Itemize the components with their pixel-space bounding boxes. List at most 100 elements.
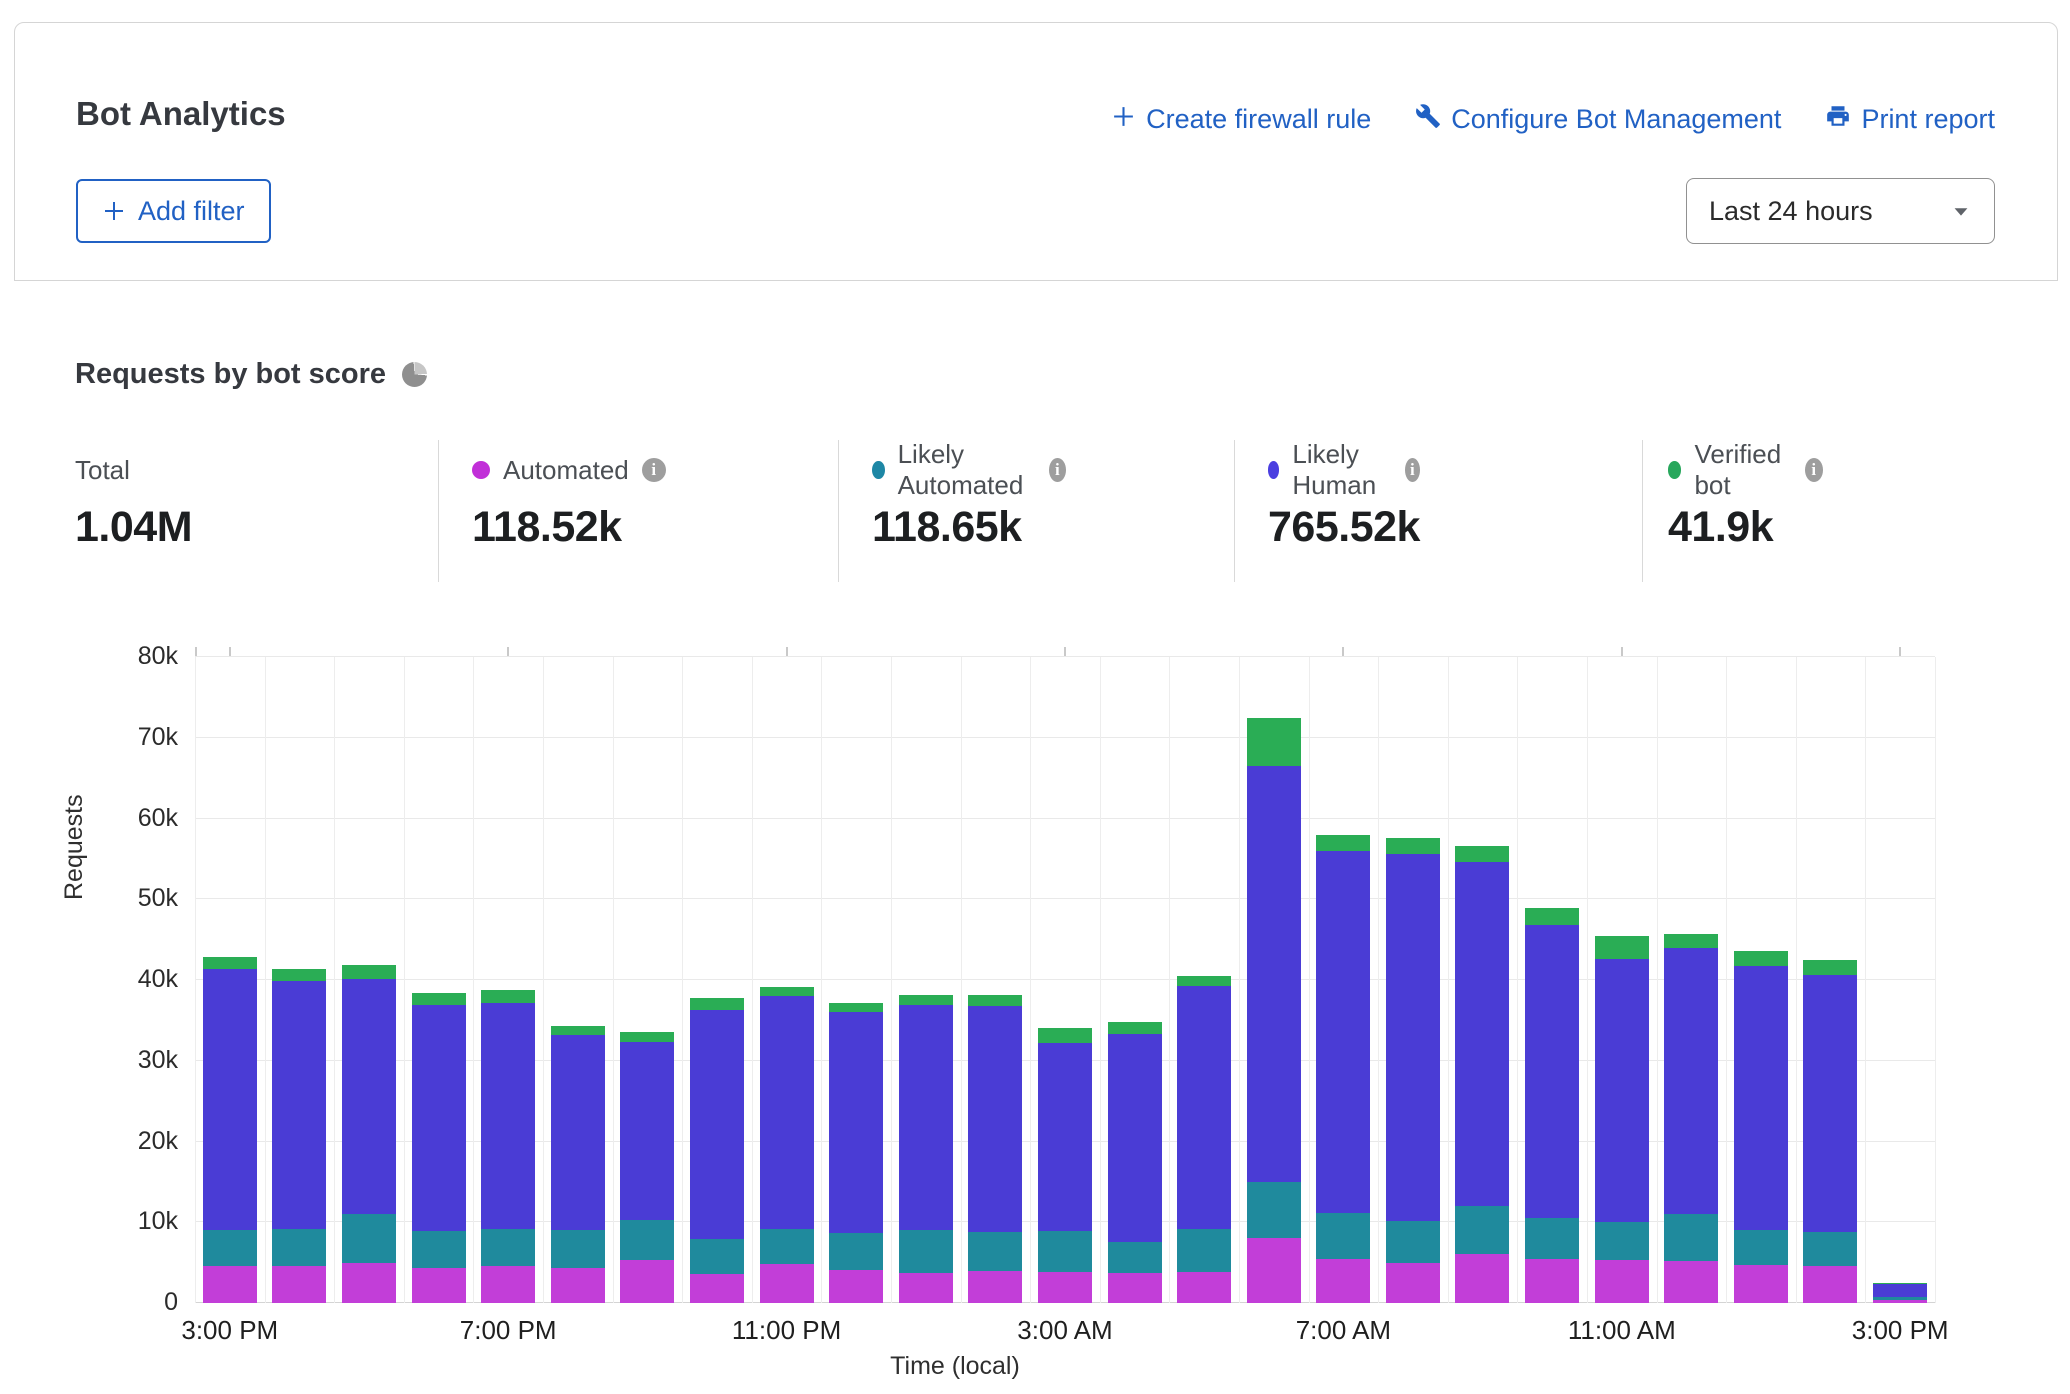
segment-likely-human [1803, 975, 1857, 1232]
segment-verified-bot [968, 995, 1022, 1006]
time-range-select[interactable]: Last 24 hours [1686, 178, 1995, 244]
bar-1-00-pm[interactable] [1726, 657, 1796, 1303]
info-icon[interactable]: i [1049, 458, 1066, 482]
segment-automated [620, 1260, 674, 1303]
stat-automated: Automatedi 118.52k [472, 455, 666, 552]
segment-likely-automated [1734, 1230, 1788, 1266]
segment-likely-automated [551, 1230, 605, 1268]
bar-5-00-am[interactable] [1169, 657, 1239, 1303]
segment-likely-automated [690, 1239, 744, 1274]
segment-likely-human [1595, 959, 1649, 1222]
x-tick-label: 3:00 PM [120, 1315, 340, 1346]
legend-dot [1268, 461, 1279, 479]
segment-likely-human [1177, 986, 1231, 1229]
stacked-bar [1316, 835, 1370, 1303]
stacked-bar [620, 1032, 674, 1303]
bar-10-00-pm[interactable] [682, 657, 752, 1303]
stat-label: Verified bot [1694, 439, 1791, 501]
bar-10-00-am[interactable] [1517, 657, 1587, 1303]
bar-12-00-pm[interactable] [1656, 657, 1726, 1303]
segment-automated [690, 1274, 744, 1303]
segment-likely-automated [620, 1220, 674, 1260]
stat-head: Likely Humani [1268, 455, 1420, 485]
segment-likely-automated [1386, 1221, 1440, 1263]
segment-verified-bot [1664, 934, 1718, 948]
x-tick-label: 3:00 AM [955, 1315, 1175, 1346]
x-gridline [1935, 657, 1936, 1303]
stat-divider [1642, 440, 1643, 582]
segment-likely-automated [1664, 1214, 1718, 1261]
segment-likely-automated [481, 1229, 535, 1266]
stat-likely-human: Likely Humani765.52k [1268, 455, 1420, 552]
stacked-bar [342, 965, 396, 1303]
header-card: Bot Analytics Create firewall ruleConfig… [14, 22, 2058, 281]
y-tick-label: 50k [38, 884, 178, 913]
bar-8-00-pm[interactable] [543, 657, 613, 1303]
segment-likely-automated [1108, 1242, 1162, 1273]
bar-7-00-am[interactable] [1309, 657, 1379, 1303]
segment-likely-human [760, 996, 814, 1229]
bar-12-00-am[interactable] [821, 657, 891, 1303]
segment-automated [1316, 1259, 1370, 1303]
segment-verified-bot [412, 993, 466, 1006]
header-action-configure-bot-management[interactable]: Configure Bot Management [1415, 103, 1781, 136]
section-title: Requests by bot score [75, 358, 386, 391]
bar-3-00-pm[interactable] [195, 657, 265, 1303]
segment-likely-automated [899, 1230, 953, 1273]
header-action-create-firewall-rule[interactable]: Create firewall rule [1111, 104, 1371, 136]
bar-11-00-am[interactable] [1587, 657, 1657, 1303]
bar-6-00-am[interactable] [1239, 657, 1309, 1303]
segment-automated [203, 1266, 257, 1303]
segment-verified-bot [1316, 835, 1370, 851]
x-tick [786, 647, 788, 656]
bar-1-00-am[interactable] [891, 657, 961, 1303]
bar-8-00-am[interactable] [1378, 657, 1448, 1303]
segment-likely-human [412, 1005, 466, 1231]
bar-11-00-pm[interactable] [752, 657, 822, 1303]
segment-automated [272, 1266, 326, 1303]
info-icon[interactable]: i [1805, 458, 1823, 482]
legend-dot [472, 461, 490, 479]
segment-automated [760, 1264, 814, 1303]
bar-9-00-am[interactable] [1448, 657, 1518, 1303]
segment-automated [1038, 1272, 1092, 1303]
bar-5-00-pm[interactable] [334, 657, 404, 1303]
bar-3-00-am[interactable] [1030, 657, 1100, 1303]
bar-2-00-am[interactable] [961, 657, 1031, 1303]
stat-head: Total [75, 455, 192, 485]
bar-9-00-pm[interactable] [613, 657, 683, 1303]
stat-head: Verified boti [1668, 455, 1823, 485]
bar-7-00-pm[interactable] [473, 657, 543, 1303]
bar-4-00-am[interactable] [1100, 657, 1170, 1303]
segment-likely-automated [1177, 1229, 1231, 1272]
segment-verified-bot [1525, 908, 1579, 925]
info-icon[interactable]: i [642, 458, 666, 482]
legend-dot [1668, 461, 1681, 479]
segment-likely-automated [1525, 1218, 1579, 1258]
stat-value: 118.52k [472, 503, 666, 552]
segment-automated [1455, 1254, 1509, 1303]
segment-automated [551, 1268, 605, 1303]
stacked-bar [1108, 1022, 1162, 1303]
y-tick-label: 30k [38, 1046, 178, 1075]
time-range-value: Last 24 hours [1709, 196, 1873, 227]
segment-verified-bot [1734, 951, 1788, 966]
segment-verified-bot [1803, 960, 1857, 975]
stat-head: Automatedi [472, 455, 666, 485]
segment-likely-human [1873, 1284, 1927, 1298]
segment-likely-human [551, 1035, 605, 1230]
bar-3-00-pm[interactable] [1865, 657, 1935, 1303]
bar-2-00-pm[interactable] [1796, 657, 1866, 1303]
bar-4-00-pm[interactable] [265, 657, 335, 1303]
stat-value: 41.9k [1668, 503, 1823, 552]
y-tick-label: 10k [38, 1207, 178, 1236]
header-action-print-report[interactable]: Print report [1825, 103, 1995, 136]
segment-likely-automated [829, 1233, 883, 1270]
stat-divider [438, 440, 439, 582]
bar-6-00-pm[interactable] [404, 657, 474, 1303]
add-filter-button[interactable]: Add filter [76, 179, 271, 243]
info-icon[interactable]: i [1405, 458, 1420, 482]
segment-likely-human [1455, 862, 1509, 1206]
segment-likely-human [899, 1005, 953, 1231]
stacked-bar [412, 993, 466, 1303]
